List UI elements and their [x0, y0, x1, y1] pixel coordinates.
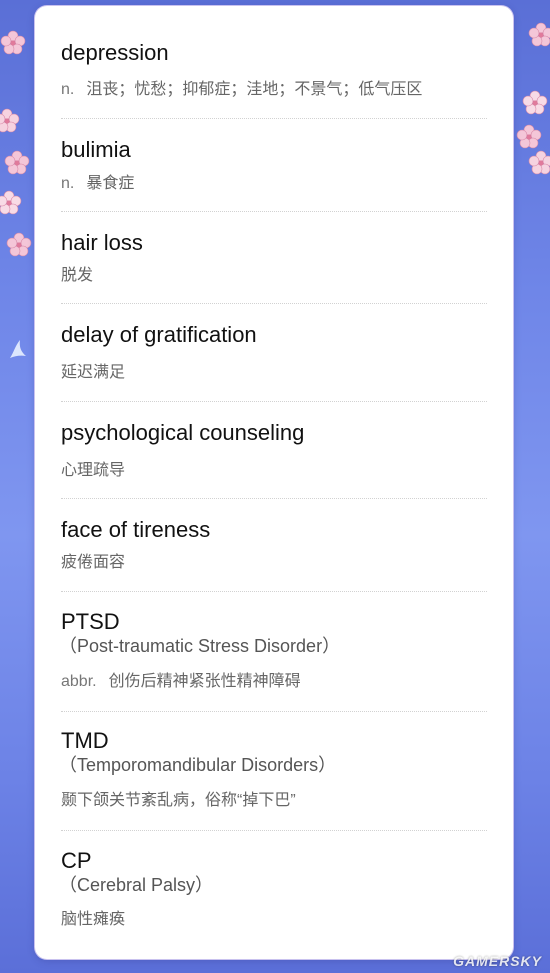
list-item: delay of gratification 延迟满足	[61, 304, 487, 402]
term: PTSD	[61, 609, 120, 634]
definition-line: n. 沮丧；忧愁；抑郁症；洼地；不景气；低气压区	[61, 79, 422, 101]
term: hair loss	[61, 230, 143, 255]
term: face of tireness	[61, 517, 211, 542]
part-of-speech: abbr.	[61, 673, 97, 690]
definition: 心理疏导	[61, 462, 126, 479]
definition: 创伤后精神紧张性精神障碍	[108, 673, 301, 690]
full-name: （Post-traumatic Stress Disorder）	[59, 636, 341, 656]
definition: 脱发	[61, 267, 94, 284]
list-item: psychological counseling 心理疏导	[61, 402, 487, 499]
cherry-blossom-icon	[516, 124, 542, 149]
full-name: （Temporomandibular Disorders）	[59, 755, 337, 775]
term: TMD	[61, 728, 109, 753]
definition-line: n. 暴食症	[61, 173, 134, 195]
term: CP	[61, 848, 92, 873]
list-item: depression n. 沮丧；忧愁；抑郁症；洼地；不景气；低气压区	[61, 6, 487, 119]
cherry-blossom-icon	[522, 90, 548, 115]
definition: 颞下颌关节紊乱病，俗称“掉下巴”	[61, 792, 296, 809]
definition: 疲倦面容	[61, 554, 126, 571]
watermark-logo: GAMERSKY	[453, 953, 542, 969]
term: delay of gratification	[61, 322, 257, 347]
definition: 延迟满足	[61, 364, 126, 381]
cherry-blossom-icon	[528, 22, 550, 47]
vocabulary-card: depression n. 沮丧；忧愁；抑郁症；洼地；不景气；低气压区 bulim…	[35, 6, 513, 959]
cherry-blossom-icon	[0, 30, 26, 55]
list-item: bulimia n. 暴食症	[61, 119, 487, 212]
definition: 沮丧；忧愁；抑郁症；洼地；不景气；低气压区	[86, 81, 423, 98]
definition: 脑性瘫痪	[61, 911, 126, 928]
part-of-speech: n.	[61, 175, 75, 192]
list-item: PTSD （Post-traumatic Stress Disorder） ab…	[59, 592, 487, 712]
cherry-blossom-icon	[6, 232, 32, 257]
cherry-blossom-icon	[528, 150, 550, 175]
term: depression	[61, 40, 169, 65]
definition: 暴食症	[86, 175, 135, 192]
term: bulimia	[61, 137, 131, 162]
list-item: face of tireness 疲倦面容	[61, 499, 487, 592]
part-of-speech: n.	[61, 81, 75, 98]
definition-line: abbr. 创伤后精神紧张性精神障碍	[61, 671, 301, 693]
cherry-blossom-icon	[0, 190, 22, 215]
bird-icon	[10, 340, 26, 358]
cherry-blossom-icon	[0, 108, 20, 133]
cherry-blossom-icon	[4, 150, 30, 175]
full-name: （Cerebral Palsy）	[59, 875, 214, 895]
term: psychological counseling	[61, 420, 305, 445]
list-item: TMD （Temporomandibular Disorders） 颞下颌关节紊…	[59, 712, 487, 831]
list-item: CP （Cerebral Palsy） 脑性瘫痪	[59, 831, 487, 951]
list-item: hair loss 脱发	[61, 212, 487, 304]
